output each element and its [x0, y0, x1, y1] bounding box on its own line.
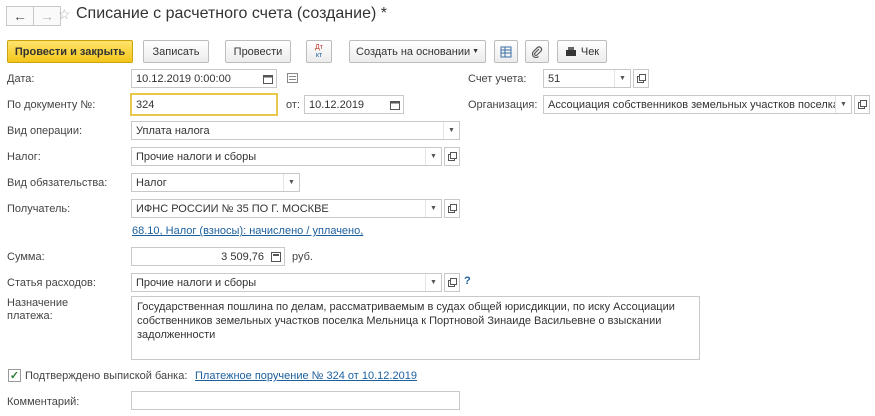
open-window-icon — [636, 74, 646, 83]
checkmark-icon: ✓ — [9, 370, 20, 382]
account-label: Счет учета: — [468, 73, 527, 85]
account-field[interactable]: 51 ▼ — [543, 69, 631, 88]
receipt-button[interactable]: Чек — [557, 40, 607, 63]
optype-field[interactable]: Уплата налога ▼ — [131, 121, 460, 140]
calendar-icon[interactable] — [260, 70, 276, 87]
calculator-icon[interactable] — [268, 248, 284, 265]
open-window-icon — [857, 100, 867, 109]
docnum-label: По документу №: — [7, 99, 96, 111]
dropdown-arrow-icon[interactable]: ▼ — [614, 70, 630, 87]
from-label: от: — [286, 99, 300, 111]
favorite-star-icon[interactable]: ☆ — [58, 6, 71, 23]
calendar-icon[interactable] — [387, 96, 403, 113]
expense-label: Статья расходов: — [7, 277, 96, 289]
dropdown-arrow-icon[interactable]: ▼ — [425, 274, 441, 291]
payment-order-link[interactable]: Платежное поручение № 324 от 10.12.2019 — [195, 370, 417, 382]
confirmed-checkbox[interactable]: ✓ — [8, 369, 21, 382]
purpose-label-line2: платежа: — [7, 310, 53, 322]
post-and-close-button[interactable]: Провести и закрыть — [7, 40, 133, 63]
dropdown-arrow-icon: ▼ — [472, 48, 479, 55]
from-date-field[interactable]: 10.12.2019 — [304, 95, 404, 114]
org-field[interactable]: Ассоциация собственников земельных участ… — [543, 95, 852, 114]
recipient-field[interactable]: ИФНС РОССИИ № 35 ПО Г. МОСКВЕ ▼ — [131, 199, 442, 218]
arrow-right-icon: → — [40, 8, 54, 24]
optype-label: Вид операции: — [7, 125, 83, 137]
dropdown-arrow-icon[interactable]: ▼ — [835, 96, 851, 113]
dropdown-arrow-icon[interactable]: ▼ — [283, 174, 299, 191]
docnum-field[interactable]: 324 — [130, 93, 278, 116]
attach-button[interactable] — [525, 40, 549, 63]
open-window-icon — [447, 278, 457, 287]
date-label: Дата: — [7, 73, 35, 85]
account-analysis-link[interactable]: 68.10, Налог (взносы): начислено / уплач… — [132, 225, 363, 237]
tax-field[interactable]: Прочие налоги и сборы ▼ — [131, 147, 442, 166]
date-field[interactable]: 10.12.2019 0:00:00 — [131, 69, 277, 88]
dropdown-arrow-icon[interactable]: ▼ — [443, 122, 459, 139]
paperclip-icon — [531, 45, 543, 58]
dt-kt-button[interactable]: Дт кт — [306, 40, 332, 63]
tax-label: Налог: — [7, 151, 41, 163]
org-open-button[interactable] — [854, 95, 870, 114]
obligation-field[interactable]: Налог ▼ — [131, 173, 300, 192]
dropdown-arrow-icon[interactable]: ▼ — [425, 148, 441, 165]
table-report-icon — [500, 46, 512, 57]
sum-field[interactable]: 3 509,76 — [131, 247, 285, 266]
tax-open-button[interactable] — [444, 147, 460, 166]
save-button[interactable]: Записать — [143, 40, 209, 63]
dropdown-arrow-icon[interactable]: ▼ — [425, 200, 441, 217]
sum-label: Сумма: — [7, 251, 45, 263]
forward-button[interactable]: → — [33, 6, 61, 26]
purpose-label-line1: Назначение — [7, 297, 69, 309]
expense-field[interactable]: Прочие налоги и сборы ▼ — [131, 273, 442, 292]
page-title: Списание с расчетного счета (создание) * — [76, 5, 387, 22]
obligation-label: Вид обязательства: — [7, 177, 108, 189]
post-button[interactable]: Провести — [225, 40, 291, 63]
report-button[interactable] — [494, 40, 518, 63]
arrow-left-icon: ← — [13, 8, 27, 24]
recipient-label: Получатель: — [7, 203, 71, 215]
expense-open-button[interactable] — [444, 273, 460, 292]
cash-register-icon — [565, 47, 576, 56]
comment-field[interactable] — [131, 391, 460, 410]
sum-currency: руб. — [292, 251, 313, 263]
back-button[interactable]: ← — [6, 6, 34, 26]
open-window-icon — [447, 204, 457, 213]
confirmed-label: Подтверждено выпиской банка: — [25, 370, 188, 382]
comment-label: Комментарий: — [7, 396, 80, 408]
comment-note-icon[interactable] — [287, 73, 298, 86]
create-based-on-button[interactable]: Создать на основании ▼ — [349, 40, 486, 63]
purpose-textarea[interactable]: Государственная пошлина по делам, рассма… — [131, 296, 700, 360]
open-window-icon — [447, 152, 457, 161]
org-label: Организация: — [468, 99, 538, 111]
account-open-button[interactable] — [633, 69, 649, 88]
recipient-open-button[interactable] — [444, 199, 460, 218]
help-question-icon[interactable]: ? — [464, 275, 471, 287]
